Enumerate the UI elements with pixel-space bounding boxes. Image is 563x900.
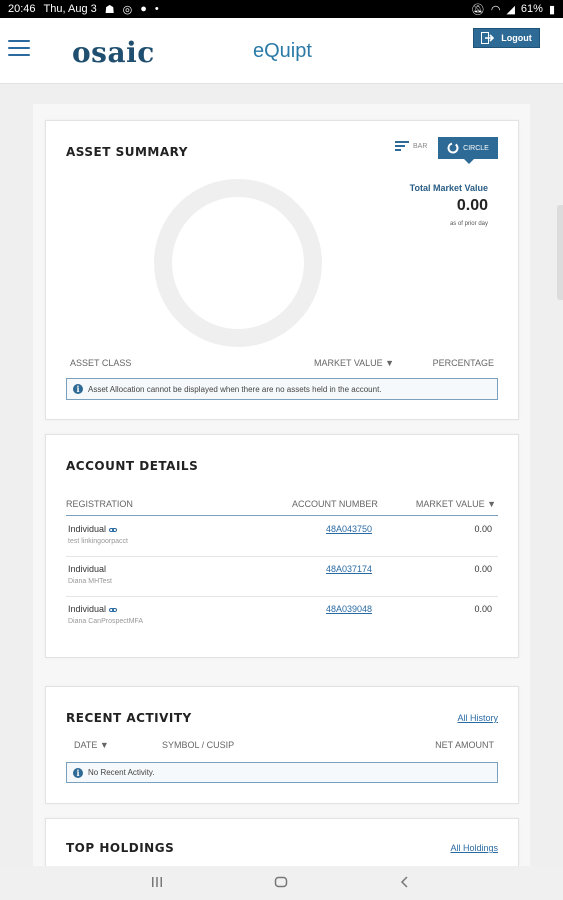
menu-icon[interactable] bbox=[8, 40, 30, 56]
asset-summary-title: ASSET SUMMARY bbox=[66, 145, 188, 159]
logout-icon bbox=[481, 32, 495, 44]
account-nickname: Diana CanProspectMFA bbox=[68, 618, 144, 625]
brand-logo: osaic bbox=[72, 36, 155, 69]
link-icon bbox=[109, 607, 118, 612]
notice-text: No Recent Activity. bbox=[88, 768, 155, 777]
recent-apps-icon[interactable] bbox=[150, 875, 164, 894]
home-icon[interactable] bbox=[274, 875, 288, 894]
account-number-link[interactable]: 48A037174 bbox=[326, 564, 372, 574]
battery-level: 61% bbox=[520, 3, 543, 15]
account-nickname: test linkingoorpacct bbox=[68, 538, 128, 545]
asset-summary-card: ASSET SUMMARY BAR CIRCLE Total Market Va… bbox=[45, 120, 519, 420]
account-details-card: ACCOUNT DETAILS REGISTRATION ACCOUNT NUM… bbox=[45, 434, 519, 658]
notice-text: Asset Allocation cannot be displayed whe… bbox=[88, 384, 382, 394]
battery-icon: ▮ bbox=[548, 3, 555, 16]
android-icon: ☗ bbox=[104, 3, 115, 16]
dot-icon: • bbox=[154, 3, 159, 15]
account-market-value: 0.00 bbox=[474, 564, 492, 574]
back-icon[interactable] bbox=[398, 875, 412, 894]
circle-view-toggle[interactable]: CIRCLE bbox=[438, 137, 498, 164]
col-asset-class: ASSET CLASS bbox=[70, 358, 132, 368]
bar-view-toggle[interactable]: BAR bbox=[395, 141, 427, 151]
dashboard-content: ASSET SUMMARY BAR CIRCLE Total Market Va… bbox=[33, 104, 530, 878]
notification-icon: ● bbox=[140, 3, 147, 15]
total-market-value: 0.00 bbox=[456, 197, 488, 214]
table-divider bbox=[66, 515, 498, 516]
recent-activity-card: RECENT ACTIVITY All History DATE ▼ SYMBO… bbox=[45, 686, 519, 804]
info-icon: i bbox=[73, 767, 83, 778]
col-net-amount: NET AMOUNT bbox=[435, 740, 494, 750]
col-symbol-cusip: SYMBOL / CUSIP bbox=[162, 740, 235, 750]
account-market-value: 0.00 bbox=[474, 604, 492, 614]
status-date: Thu, Aug 3 bbox=[43, 3, 97, 15]
asset-allocation-notice: i Asset Allocation cannot be displayed w… bbox=[66, 378, 498, 400]
col-account-number: ACCOUNT NUMBER bbox=[292, 499, 378, 509]
status-time: 20:46 bbox=[8, 3, 36, 15]
account-number-link[interactable]: 48A039048 bbox=[326, 604, 372, 614]
circle-toggle-label: CIRCLE bbox=[463, 144, 489, 152]
sync-icon: ◎ bbox=[122, 3, 133, 16]
mute-icon: 🔕︎ bbox=[470, 3, 485, 16]
col-registration: REGISTRATION bbox=[66, 499, 133, 509]
registration-type: Individual bbox=[68, 524, 107, 534]
account-number-link[interactable]: 48A043750 bbox=[326, 524, 372, 534]
logout-label: Logout bbox=[501, 33, 532, 43]
no-activity-notice: i No Recent Activity. bbox=[66, 762, 498, 783]
logout-button[interactable]: Logout bbox=[473, 28, 540, 48]
system-nav-bar bbox=[0, 866, 563, 900]
circle-chart-icon bbox=[447, 142, 459, 154]
registration-type: Individual bbox=[68, 604, 107, 614]
account-details-title: ACCOUNT DETAILS bbox=[66, 459, 199, 473]
account-market-value: 0.00 bbox=[474, 524, 492, 534]
scrollbar[interactable] bbox=[557, 205, 563, 300]
col-market-value[interactable]: MARKET VALUE ▼ bbox=[314, 358, 394, 368]
table-row: Individual Diana CanProspectMFA 48A03904… bbox=[66, 597, 498, 637]
wifi-icon: ◠ bbox=[490, 3, 501, 16]
bar-chart-icon bbox=[395, 141, 409, 151]
registration-type: Individual bbox=[68, 564, 107, 574]
col-market-value[interactable]: MARKET VALUE ▼ bbox=[416, 499, 496, 509]
recent-activity-title: RECENT ACTIVITY bbox=[66, 711, 192, 725]
col-percentage: PERCENTAGE bbox=[432, 358, 494, 368]
status-bar: 20:46 Thu, Aug 3 ☗ ◎ ● • 🔕︎ ◠ ◢ 61% ▮ bbox=[0, 0, 563, 18]
top-holdings-title: TOP HOLDINGS bbox=[66, 841, 175, 855]
all-holdings-link[interactable]: All Holdings bbox=[450, 843, 498, 853]
table-row: Individual Diana MHTest 48A037174 0.00 bbox=[66, 557, 498, 597]
app-header: osaic eQuipt Logout bbox=[0, 18, 563, 84]
account-nickname: Diana MHTest bbox=[68, 578, 112, 585]
signal-icon: ◢ bbox=[506, 3, 515, 16]
asset-allocation-donut bbox=[154, 179, 322, 347]
total-market-value-label: Total Market Value bbox=[409, 183, 488, 193]
link-icon bbox=[109, 527, 118, 532]
as-of-date: as of prior day bbox=[449, 221, 488, 227]
all-history-link[interactable]: All History bbox=[457, 713, 498, 723]
col-date[interactable]: DATE ▼ bbox=[74, 740, 109, 750]
bar-toggle-label: BAR bbox=[413, 142, 428, 150]
info-icon: i bbox=[73, 384, 83, 394]
app-title: eQuipt bbox=[253, 40, 312, 62]
table-row: Individual test linkingoorpacct 48A04375… bbox=[66, 517, 498, 557]
